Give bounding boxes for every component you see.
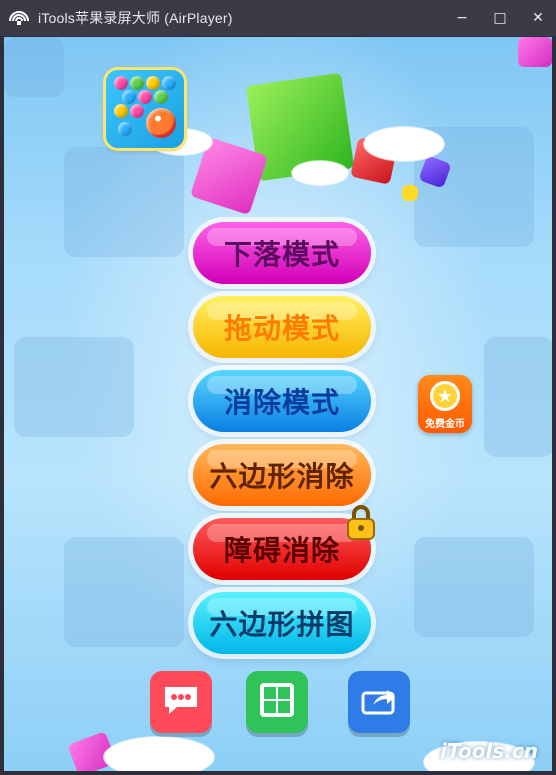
mode-button-label: 拖动模式 [223,312,340,345]
bubble [114,76,128,90]
cloud [292,161,348,185]
mode-button-label: 消除模式 [223,386,340,419]
chat-icon [161,683,201,721]
window-title: iTools苹果录屏大师 (AirPlayer) [38,10,233,26]
airplay-icon [8,9,30,27]
bubble-game-logo[interactable] [106,70,184,148]
mode-button-label: 下落模式 [223,238,340,271]
chat-button[interactable] [150,671,212,733]
fruit-bubble [146,108,176,138]
bubble [162,76,176,90]
star-icon: ★ [430,381,460,411]
mode-button-hexagon-puzzle[interactable]: 六边形拼图 [193,592,371,654]
bubble [130,104,144,118]
close-button[interactable]: ✕ [528,8,548,28]
cloud [104,737,214,771]
lock-icon [345,504,377,540]
share-icon [359,683,399,721]
free-coins-label: 免费金币 [425,419,465,430]
mode-button-hexagon-eliminate[interactable]: 六边形消除 [193,444,371,506]
bubble [154,90,168,104]
background-tile [414,537,534,637]
title-bar: iTools苹果录屏大师 (AirPlayer) − □ ✕ [0,0,556,36]
mode-button-label: 六边形拼图 [209,608,355,641]
minimize-button[interactable]: − [452,8,472,28]
bubble [114,104,128,118]
puzzle-icon [257,680,297,724]
mode-button-drop[interactable]: 下落模式 [193,222,371,284]
mode-button-drag[interactable]: 拖动模式 [193,296,371,358]
background-tile [64,147,184,257]
bubble [130,76,144,90]
mode-button-label: 六边形消除 [209,460,355,493]
background-tile [484,337,552,457]
free-coins-button[interactable]: ★ 免费金币 [418,375,472,433]
bubble [138,90,152,104]
mode-button-obstacle-eliminate[interactable]: 障碍消除 [193,505,375,580]
game-screen: 下落模式 拖动模式 消除模式 六边形消除 障碍消除 六边形拼图 ★ 免费金币 i… [4,37,552,771]
share-button[interactable] [348,671,410,733]
bubble [118,122,132,136]
background-tile [4,37,64,97]
app-window: iTools苹果录屏大师 (AirPlayer) − □ ✕ 下落模式 拖动模式… [0,0,556,775]
bubble [122,90,136,104]
mode-button-label: 障碍消除 [223,534,340,567]
watermark: iTools.cn [440,739,538,763]
maximize-button[interactable]: □ [490,8,510,28]
background-tile [64,537,184,647]
puzzle-button[interactable] [246,671,308,733]
bubble [146,76,160,90]
pink-cube [518,37,552,67]
mode-button-eliminate[interactable]: 消除模式 [193,370,371,432]
yellow-cube [402,185,418,201]
background-tile [14,337,134,437]
cloud [364,127,444,161]
